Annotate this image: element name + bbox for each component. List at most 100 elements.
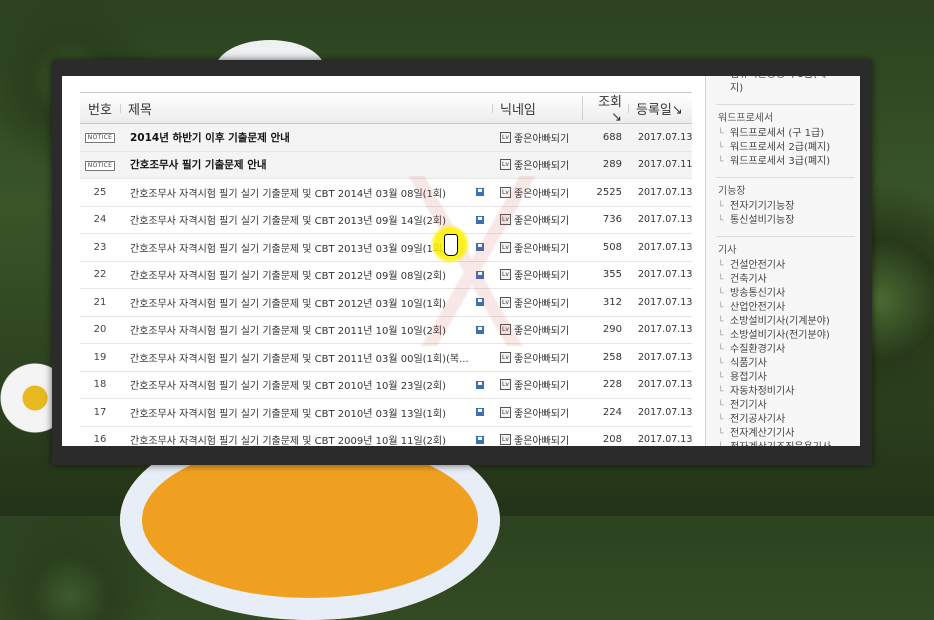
sidebar-item[interactable]: 식품기사: [716, 357, 855, 371]
header-nick[interactable]: 닉네임: [492, 99, 582, 118]
user-level-icon: Lv: [500, 241, 511, 253]
row-no: 22: [93, 269, 107, 281]
sidebar-item[interactable]: 수질환경기사: [716, 343, 855, 357]
sidebar-item[interactable]: 소방설비기사(전기분야): [716, 329, 855, 343]
row-title-link[interactable]: 간호조무사 자격시험 필기 실기 기출문제 및 CBT 2010년 10월 23…: [130, 377, 446, 392]
user-level-icon: Lv: [500, 434, 511, 446]
row-nick[interactable]: Lv 좋은아빠되기: [492, 157, 582, 172]
row-date: 2017.07.13: [638, 269, 692, 281]
sidebar-item[interactable]: 소방설비기사(기계분야): [716, 315, 855, 329]
row-nick[interactable]: Lv 좋은아빠되기: [492, 432, 582, 446]
row-title[interactable]: 간호조무사 자격시험 필기 실기 기출문제 및 CBT 2011년 03월 00…: [120, 350, 492, 365]
row-title[interactable]: 간호조무사 자격시험 필기 실기 기출문제 및 CBT 2014년 03월 08…: [120, 185, 492, 200]
sidebar-item[interactable]: 통신설비기능장: [716, 214, 855, 228]
row-date: 2017.07.13: [638, 324, 692, 336]
row-nick[interactable]: Lv 좋은아빠되기: [492, 350, 582, 365]
sidebar-item[interactable]: 전자계산기기사: [716, 427, 855, 441]
row-title[interactable]: 간호조무사 자격시험 필기 실기 기출문제 및 CBT 2012년 03월 10…: [120, 295, 492, 310]
row-nick[interactable]: Lv 좋은아빠되기: [492, 377, 582, 392]
sidebar-item[interactable]: 워드프로세서 (구 1급): [716, 127, 855, 141]
row-title-link[interactable]: 간호조무사 필기 기출문제 안내: [130, 157, 267, 172]
table-row[interactable]: 23 간호조무사 자격시험 필기 실기 기출문제 및 CBT 2013년 03월 …: [80, 234, 692, 262]
row-title[interactable]: 간호조무사 자격시험 필기 실기 기출문제 및 CBT 2012년 09월 08…: [120, 267, 492, 282]
sidebar-item[interactable]: 방송통신기사: [716, 287, 855, 301]
table-row[interactable]: 16 간호조무사 자격시험 필기 실기 기출문제 및 CBT 2009년 10월 …: [80, 427, 692, 446]
header-no[interactable]: 번호: [80, 99, 120, 118]
row-date: 2017.07.13: [638, 186, 692, 198]
row-nick[interactable]: Lv 좋은아빠되기: [492, 130, 582, 145]
table-row[interactable]: NOTICE 간호조무사 필기 기출문제 안내 Lv 좋은아빠되기 289 2017.07…: [80, 151, 692, 179]
row-date: 2017.07.13: [638, 406, 692, 418]
table-row[interactable]: 17 간호조무사 자격시험 필기 실기 기출문제 및 CBT 2010년 03월 …: [80, 399, 692, 427]
sidebar-item[interactable]: 전기공사기사: [716, 413, 855, 427]
row-no: NOTICE: [80, 131, 120, 144]
row-title[interactable]: 간호조무사 필기 기출문제 안내: [120, 157, 492, 172]
sidebar-item[interactable]: 전기기사: [716, 399, 855, 413]
row-title-link[interactable]: 간호조무사 자격시험 필기 실기 기출문제 및 CBT 2013년 03월 09…: [130, 240, 446, 255]
row-title[interactable]: 간호조무사 자격시험 필기 실기 기출문제 및 CBT 2010년 03월 13…: [120, 405, 492, 420]
row-nick[interactable]: Lv 좋은아빠되기: [492, 212, 582, 227]
header-title[interactable]: 제목: [120, 99, 492, 118]
row-title-link[interactable]: 간호조무사 자격시험 필기 실기 기출문제 및 CBT 2010년 03월 13…: [130, 405, 446, 420]
sidebar-category-title[interactable]: 워드프로세서: [716, 104, 855, 127]
row-title[interactable]: 간호조무사 자격시험 필기 실기 기출문제 및 CBT 2009년 10월 11…: [120, 432, 492, 446]
row-no: 25: [93, 186, 107, 198]
sidebar-item[interactable]: 전자계산기조직응용기사: [716, 441, 855, 446]
table-row[interactable]: 24 간호조무사 자격시험 필기 실기 기출문제 및 CBT 2013년 09월 …: [80, 207, 692, 234]
row-title[interactable]: 2014년 하반기 이후 기출문제 안내: [120, 130, 492, 145]
row-title[interactable]: 간호조무사 자격시험 필기 실기 기출문제 및 CBT 2011년 10월 10…: [120, 322, 492, 337]
attachment-icon: [476, 298, 484, 307]
row-nick[interactable]: Lv 좋은아빠되기: [492, 405, 582, 420]
row-nick[interactable]: Lv 좋은아빠되기: [492, 240, 582, 255]
sidebar-category-title[interactable]: 기능장: [716, 177, 855, 200]
row-nick[interactable]: Lv 좋은아빠되기: [492, 322, 582, 337]
sidebar-category-title[interactable]: 기사: [716, 236, 855, 259]
row-title-link[interactable]: 2014년 하반기 이후 기출문제 안내: [130, 130, 290, 145]
sidebar-item[interactable]: 워드프로세서 3급(폐지): [716, 155, 855, 169]
row-nick[interactable]: Lv 좋은아빠되기: [492, 267, 582, 282]
sidebar-item[interactable]: 건설안전기사: [716, 259, 855, 273]
table-row[interactable]: 25 간호조무사 자격시험 필기 실기 기출문제 및 CBT 2014년 03월 …: [80, 179, 692, 207]
sort-icon: ↘: [671, 102, 683, 118]
row-title-link[interactable]: 간호조무사 자격시험 필기 실기 기출문제 및 CBT 2012년 09월 08…: [130, 267, 446, 282]
table-row[interactable]: 20 간호조무사 자격시험 필기 실기 기출문제 및 CBT 2011년 10월 …: [80, 317, 692, 344]
sidebar-item[interactable]: 지): [716, 82, 855, 96]
row-title-link[interactable]: 간호조무사 자격시험 필기 실기 기출문제 및 CBT 2011년 10월 10…: [130, 322, 446, 337]
row-nick[interactable]: Lv 좋은아빠되기: [492, 185, 582, 200]
table-row[interactable]: 22 간호조무사 자격시험 필기 실기 기출문제 및 CBT 2012년 09월 …: [80, 262, 692, 289]
row-date: 2017.07.13: [638, 434, 692, 446]
row-nick-label: 좋은아빠되기: [514, 161, 570, 173]
row-title-link[interactable]: 간호조무사 자격시험 필기 실기 기출문제 및 CBT 2012년 03월 10…: [130, 295, 446, 310]
row-title[interactable]: 간호조무사 자격시험 필기 실기 기출문제 및 CBT 2013년 09월 14…: [120, 212, 492, 227]
table-row[interactable]: 19 간호조무사 자격시험 필기 실기 기출문제 및 CBT 2011년 03월 …: [80, 344, 692, 372]
attachment-icon: [476, 188, 484, 197]
sidebar-item[interactable]: 용접기사: [716, 371, 855, 385]
row-views: 208: [602, 434, 622, 446]
sidebar-item[interactable]: 자동차정비기사: [716, 385, 855, 399]
table-body: NOTICE 2014년 하반기 이후 기출문제 안내 Lv 좋은아빠되기 688 201…: [80, 124, 692, 446]
row-title-link[interactable]: 간호조무사 자격시험 필기 실기 기출문제 및 CBT 2011년 03월 00…: [130, 350, 469, 365]
header-date[interactable]: 등록일↘: [628, 99, 692, 118]
table-row[interactable]: 18 간호조무사 자격시험 필기 실기 기출문제 및 CBT 2010년 10월 …: [80, 372, 692, 399]
row-date: 2017.07.13: [638, 379, 692, 391]
row-no: 18: [93, 379, 107, 391]
row-title-link[interactable]: 간호조무사 자격시험 필기 실기 기출문제 및 CBT 2009년 10월 11…: [130, 432, 446, 446]
row-date: 2017.07.13: [638, 214, 692, 226]
sidebar-item[interactable]: 산업안전기사: [716, 301, 855, 315]
row-views: 290: [602, 324, 622, 336]
row-title[interactable]: 간호조무사 자격시험 필기 실기 기출문제 및 CBT 2010년 10월 23…: [120, 377, 492, 392]
user-level-icon: Lv: [500, 379, 511, 391]
table-row[interactable]: NOTICE 2014년 하반기 이후 기출문제 안내 Lv 좋은아빠되기 688 201…: [80, 124, 692, 152]
row-title-link[interactable]: 간호조무사 자격시험 필기 실기 기출문제 및 CBT 2014년 03월 08…: [130, 185, 446, 200]
header-views[interactable]: 조회↘: [582, 91, 628, 125]
sidebar-item[interactable]: 건축기사: [716, 273, 855, 287]
attachment-icon: [476, 215, 484, 224]
row-nick-label: 좋은아빠되기: [514, 188, 570, 200]
row-nick[interactable]: Lv 좋은아빠되기: [492, 295, 582, 310]
row-views: 688: [602, 131, 622, 143]
sidebar-item[interactable]: 전자기기기능장: [716, 200, 855, 214]
sidebar-list: 컴퓨터활용능력 3급(폐지)워드프로세서워드프로세서 (구 1급)워드프로세서 …: [716, 76, 855, 446]
row-title-link[interactable]: 간호조무사 자격시험 필기 실기 기출문제 및 CBT 2013년 09월 14…: [130, 212, 446, 227]
table-row[interactable]: 21 간호조무사 자격시험 필기 실기 기출문제 및 CBT 2012년 03월 …: [80, 289, 692, 317]
sidebar-item[interactable]: 워드프로세서 2급(폐지): [716, 141, 855, 155]
